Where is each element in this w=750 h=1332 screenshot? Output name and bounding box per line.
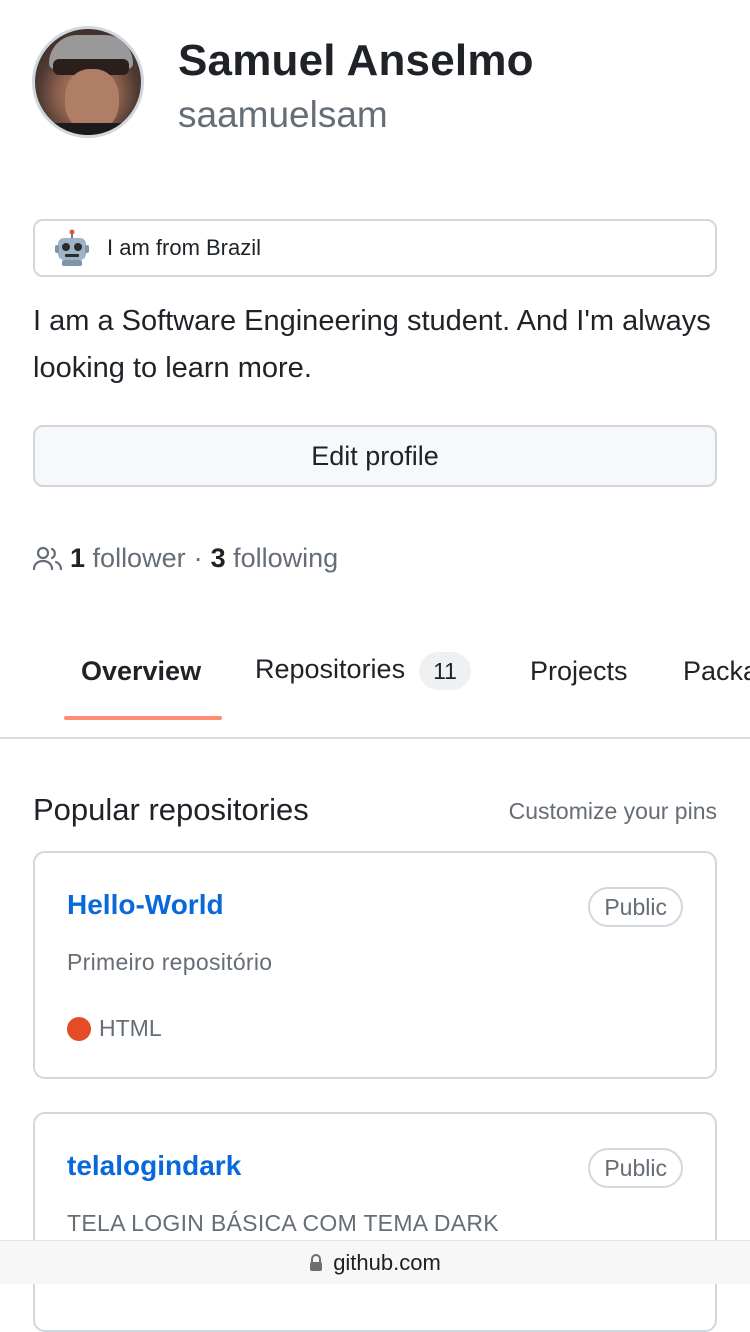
repo-description: TELA LOGIN BÁSICA COM TEMA DARK [67,1210,499,1236]
browser-url: github.com [333,1249,441,1275]
customize-pins-link[interactable]: Customize your pins [509,798,717,825]
profile-bio: I am a Software Engineering student. And… [33,305,711,384]
tab-projects[interactable]: Projects [530,656,628,687]
tab-repositories-label: Repositories [255,654,406,685]
visibility-badge: Public [588,1148,683,1188]
followers-link[interactable]: 1 follower [70,543,186,574]
avatar[interactable] [32,26,144,138]
repo-language: HTML [67,1015,162,1042]
profile-login: saamuelsam [178,94,388,135]
repo-description: Primeiro repositório [67,949,273,975]
repo-card: Hello-World Public Primeiro repositório … [33,851,717,1079]
popular-repositories-title: Popular repositories [33,792,309,827]
repositories-counter: 11 [419,652,471,690]
follow-separator: · [193,542,203,573]
repo-language-label: HTML [99,1015,162,1041]
lock-icon [309,1253,323,1272]
visibility-badge: Public [588,887,683,927]
avatar-shirt [35,123,141,135]
tab-selected-underline [64,716,222,720]
profile-name: Samuel Anselmo [178,36,534,85]
edit-profile-button[interactable]: Edit profile [33,425,717,487]
people-icon [32,545,64,571]
profile-tabs: Overview Repositories 11 Projects Packa [0,640,750,739]
language-color-dot [67,1016,91,1041]
follow-stats: 1 follower · 3 following [32,538,338,578]
repo-card: telalogindark Public TELA LOGIN BÁSICA C… [33,1112,717,1332]
avatar-face [65,69,119,131]
repo-name-link[interactable]: telalogindark [67,1150,241,1182]
status-text: I am from Brazil [107,235,262,260]
tab-repositories[interactable]: Repositories 11 [255,652,471,690]
following-link[interactable]: 3 following [211,543,339,574]
browser-url-bar[interactable]: github.com [0,1240,750,1284]
profile-header: Samuel Anselmo saamuelsam [32,26,722,146]
tab-overview[interactable]: Overview [81,656,201,687]
tab-packages[interactable]: Packa [683,656,750,687]
repo-name-link[interactable]: Hello-World [67,889,224,921]
status-box[interactable]: I am from Brazil [33,219,717,277]
robot-icon [53,229,91,267]
